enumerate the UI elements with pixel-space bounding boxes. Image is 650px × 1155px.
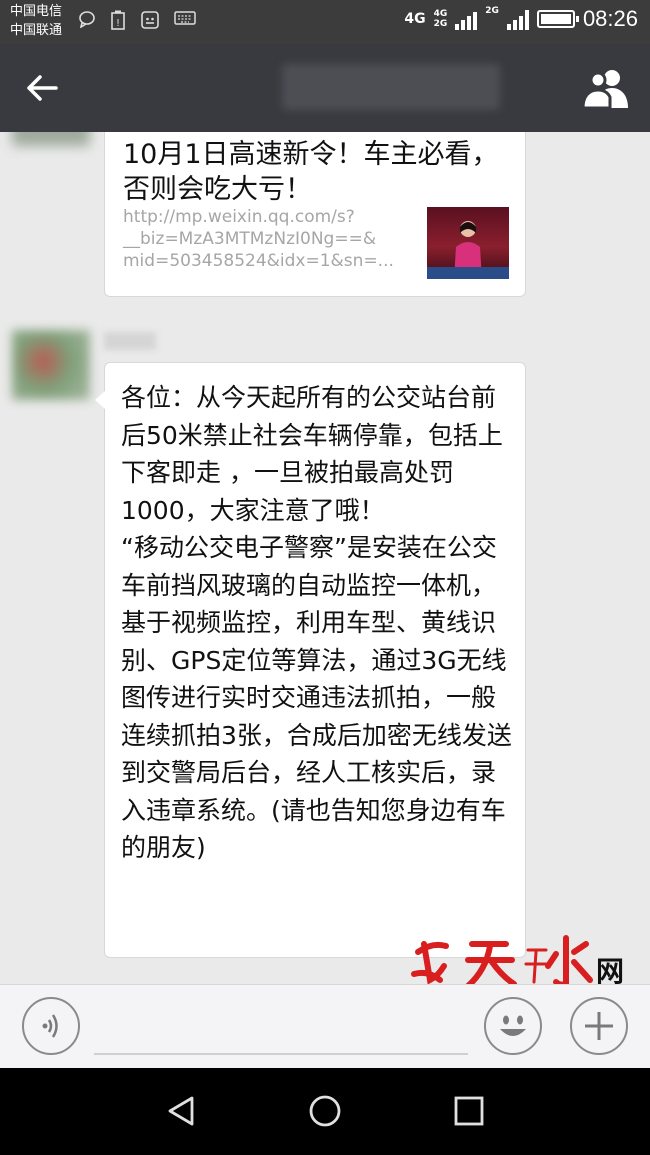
group-chat-icon[interactable] bbox=[580, 66, 632, 110]
svg-text:!: ! bbox=[116, 18, 120, 29]
carrier-1: 中国电信 bbox=[10, 4, 63, 19]
signal-icon-2 bbox=[506, 8, 529, 30]
back-triangle-icon[interactable] bbox=[164, 1094, 198, 1128]
input-bar bbox=[0, 984, 650, 1068]
voice-input-button[interactable] bbox=[22, 997, 80, 1055]
clock: 08:26 bbox=[582, 6, 638, 31]
emoji-icon bbox=[500, 1015, 526, 1036]
sender-name bbox=[104, 332, 156, 350]
arrow-left-icon[interactable] bbox=[22, 68, 62, 108]
chat-bubble-icon bbox=[79, 11, 95, 28]
recents-square-icon[interactable] bbox=[452, 1094, 486, 1128]
network-type-primary: 4G bbox=[404, 11, 426, 27]
battery-icon bbox=[536, 10, 579, 28]
link-card-thumbnail bbox=[427, 207, 509, 279]
more-options-button[interactable] bbox=[570, 997, 628, 1055]
news-ticker bbox=[427, 267, 509, 279]
system-nav-bar bbox=[0, 1068, 650, 1155]
battery-level bbox=[540, 14, 571, 24]
emoji-button[interactable] bbox=[484, 997, 542, 1055]
status-right: 4G 4G 2G 2G 08:26 bbox=[404, 6, 638, 32]
carrier-labels: 中国电信 中国联通 bbox=[10, 2, 62, 40]
notification-icons: ! bbox=[78, 10, 196, 30]
network-type-tertiary: 2G bbox=[485, 6, 499, 16]
chat-title bbox=[282, 64, 500, 110]
status-bar: 中国电信 中国联通 ! 4G 4G 2G 2G 08:26 bbox=[0, 0, 650, 44]
site-watermark-logo: 网 bbox=[410, 930, 630, 992]
home-circle-icon[interactable] bbox=[308, 1094, 342, 1128]
link-card-url: http://mp.weixin.qq.com/s? __biz=MzA3MTM… bbox=[123, 207, 394, 271]
android-debug-icon bbox=[141, 11, 159, 29]
keyboard-icon bbox=[174, 11, 196, 25]
voice-input-icon bbox=[42, 1014, 58, 1038]
link-card-title: 10月1日高速新令！车主必看，否则会吃大亏！ bbox=[123, 139, 499, 205]
text-message[interactable]: 各位：从今天起所有的公交站台前后50米禁止社会车辆停靠，包括上下客即走 ，一旦被… bbox=[95, 362, 526, 958]
network-type-secondary: 4G 2G bbox=[433, 9, 448, 29]
avatar[interactable] bbox=[12, 330, 90, 400]
battery-warning-icon: ! bbox=[111, 10, 125, 30]
message-body: 各位：从今天起所有的公交站台前后50米禁止社会车辆停靠，包括上下客即走 ，一旦被… bbox=[121, 383, 512, 862]
signal-icon bbox=[455, 8, 478, 30]
link-card-message[interactable]: 10月1日高速新令！车主必看，否则会吃大亏！ http://mp.weixin.… bbox=[104, 132, 526, 297]
avatar[interactable] bbox=[12, 132, 90, 146]
chat-area[interactable]: 10月1日高速新令！车主必看，否则会吃大亏！ http://mp.weixin.… bbox=[0, 132, 650, 984]
chat-header bbox=[0, 44, 650, 132]
message-input[interactable] bbox=[94, 1053, 468, 1055]
carrier-2: 中国联通 bbox=[10, 23, 63, 38]
plus-icon bbox=[585, 1012, 613, 1040]
